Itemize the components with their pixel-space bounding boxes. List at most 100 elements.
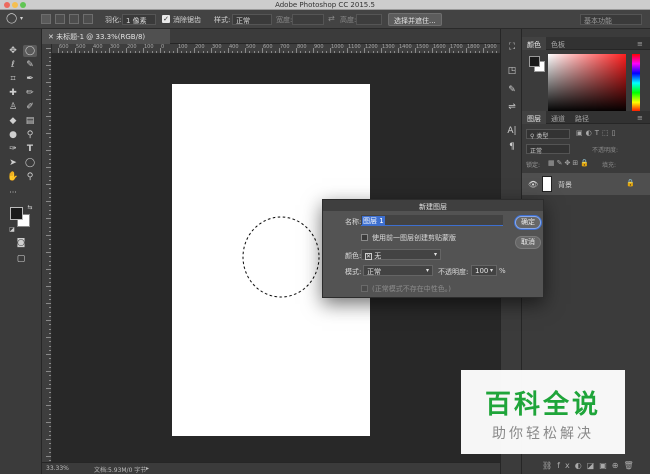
path-selection-tool-icon[interactable]: ➤ bbox=[6, 157, 20, 169]
title-bar: Adobe Photoshop CC 2015.5 bbox=[0, 0, 650, 10]
select-and-mask-button[interactable]: 选择并遮住... bbox=[388, 13, 442, 26]
style-select[interactable]: 正常 bbox=[232, 14, 272, 25]
window-title: Adobe Photoshop CC 2015.5 bbox=[275, 1, 375, 9]
zoom-tool-icon[interactable]: ⚲ bbox=[23, 171, 37, 183]
color-picker-field[interactable] bbox=[548, 54, 626, 112]
foreground-color-swatch[interactable] bbox=[10, 207, 23, 220]
eraser-tool-icon[interactable]: ◆ bbox=[6, 115, 20, 127]
history-brush-tool-icon[interactable]: ✐ bbox=[23, 101, 37, 113]
ruler-number: 500 bbox=[246, 44, 256, 50]
horizontal-ruler: 600 500 400 300 200 100 0 100 200 300 400 500 600 700… bbox=[52, 44, 500, 54]
lock-label: 锁定: bbox=[526, 162, 541, 169]
clip-mask-checkbox[interactable] bbox=[361, 234, 368, 241]
character-panel-icon[interactable]: A| bbox=[506, 125, 518, 137]
layer-filter-icons[interactable]: ▣◐T⬚▯ bbox=[576, 129, 618, 137]
intersect-selection-icon[interactable] bbox=[83, 14, 93, 24]
paragraph-panel-icon[interactable]: ¶ bbox=[506, 141, 518, 153]
subtract-from-selection-icon[interactable] bbox=[69, 14, 79, 24]
height-input[interactable] bbox=[356, 14, 382, 25]
tab-paths[interactable]: 路径 bbox=[570, 111, 594, 124]
status-menu-arrow-icon[interactable]: ▸ bbox=[146, 465, 149, 472]
brush-tool-icon[interactable]: ✏ bbox=[23, 87, 37, 99]
blend-mode-select[interactable]: 正常 bbox=[526, 144, 570, 155]
no-color-icon: ✕ bbox=[365, 253, 372, 260]
document-tab[interactable]: ✕ 未标题-1 @ 33.3%(RGB/8) bbox=[42, 29, 170, 44]
chevron-down-icon: ▾ bbox=[425, 267, 429, 274]
brush-presets-panel-icon[interactable]: ✎ bbox=[506, 84, 518, 96]
tab-channels[interactable]: 通道 bbox=[546, 111, 570, 124]
color-label: 颜色: bbox=[345, 252, 362, 260]
ruler-number: 1200 bbox=[365, 44, 378, 50]
type-tool-icon[interactable]: T bbox=[23, 143, 37, 155]
screen-mode-icon[interactable]: ▢ bbox=[14, 253, 28, 265]
hand-tool-icon[interactable]: ✋ bbox=[6, 171, 20, 183]
cancel-button[interactable]: 取消 bbox=[515, 236, 541, 249]
clone-stamp-tool-icon[interactable]: ♙ bbox=[6, 101, 20, 113]
zoom-level[interactable]: 33.33% bbox=[46, 465, 69, 472]
elliptical-marquee-tool-icon[interactable]: ◯ bbox=[23, 45, 37, 57]
antialias-checkbox[interactable]: ✓ bbox=[162, 15, 170, 23]
chevron-down-icon[interactable]: ▾ bbox=[20, 15, 23, 22]
panel-menu-icon[interactable]: ≡ bbox=[632, 37, 648, 50]
hue-slider[interactable] bbox=[632, 54, 640, 112]
layers-panel-menu-icon[interactable]: ≡ bbox=[632, 111, 648, 124]
width-input[interactable] bbox=[292, 14, 324, 25]
tab-layers[interactable]: 图层 bbox=[522, 111, 546, 124]
quick-selection-tool-icon[interactable]: ✎ bbox=[23, 59, 37, 71]
swap-colors-icon[interactable]: ⇆ bbox=[23, 202, 37, 214]
lasso-tool-icon[interactable]: ℓ bbox=[6, 59, 20, 71]
blur-tool-icon[interactable]: ● bbox=[6, 129, 20, 141]
layer-name[interactable]: 背景 bbox=[558, 180, 572, 190]
opacity-input[interactable]: 100 bbox=[471, 265, 497, 276]
ruler-number: 400 bbox=[229, 44, 239, 50]
ruler-number: 200 bbox=[195, 44, 205, 50]
layers-bottom-actions[interactable]: ⛓fx◐◪▣⊕🗑 bbox=[542, 461, 639, 470]
document-info[interactable]: 文档:5.93M/0 字节 bbox=[94, 465, 146, 474]
vertical-ruler bbox=[42, 44, 52, 462]
adjustments-panel-icon[interactable]: ⇌ bbox=[506, 101, 518, 113]
ruler-number: 1300 bbox=[382, 44, 395, 50]
more-tools-icon[interactable]: ··· bbox=[6, 187, 20, 199]
ruler-number: 100 bbox=[144, 44, 154, 50]
new-selection-icon[interactable] bbox=[41, 14, 51, 24]
lock-icons[interactable]: ▦✎✥⊞🔒 bbox=[548, 159, 591, 167]
default-colors-icon[interactable]: ◪ bbox=[5, 224, 19, 236]
tab-swatches[interactable]: 色板 bbox=[546, 37, 570, 50]
name-label: 名称: bbox=[345, 218, 362, 226]
width-label: 宽度: bbox=[276, 16, 293, 24]
layer-color-select[interactable]: ✕ 无 ▾ bbox=[361, 249, 441, 260]
ruler-number: 600 bbox=[59, 44, 69, 50]
workspace-select[interactable]: 基本功能 bbox=[580, 14, 642, 25]
properties-panel-icon[interactable]: ◳ bbox=[506, 65, 518, 77]
dodge-tool-icon[interactable]: ⚲ bbox=[23, 129, 37, 141]
layer-kind-filter[interactable]: ⚲ 类型 bbox=[526, 129, 570, 140]
add-to-selection-icon[interactable] bbox=[55, 14, 65, 24]
move-tool-icon[interactable]: ✥ bbox=[6, 45, 20, 57]
close-tab-icon[interactable]: ✕ bbox=[48, 33, 56, 41]
history-panel-icon[interactable]: ⛶ bbox=[506, 41, 518, 53]
healing-brush-tool-icon[interactable]: ✚ bbox=[6, 87, 20, 99]
layer-visibility-eye-icon[interactable]: 👁 bbox=[528, 180, 538, 189]
ellipse-shape-tool-icon[interactable]: ◯ bbox=[23, 157, 37, 169]
quick-mask-icon[interactable]: ◙ bbox=[14, 237, 28, 249]
watermark-title: 百科全说 bbox=[484, 390, 601, 420]
elliptical-marquee-preset-icon[interactable]: ◯ bbox=[6, 13, 17, 24]
gradient-tool-icon[interactable]: ▤ bbox=[23, 115, 37, 127]
panel-foreground-swatch[interactable] bbox=[529, 56, 540, 67]
ruler-number: 1100 bbox=[348, 44, 361, 50]
style-label: 样式: bbox=[214, 16, 231, 24]
opacity-stepper-icon[interactable]: ▾ bbox=[490, 267, 493, 274]
blend-mode-dialog-select[interactable]: 正常 ▾ bbox=[363, 265, 433, 276]
pen-tool-icon[interactable]: ✑ bbox=[6, 143, 20, 155]
ok-button[interactable]: 确定 bbox=[515, 216, 541, 229]
tab-color[interactable]: 颜色 bbox=[522, 37, 546, 50]
layers-panel-tabs: 图层 通道 路径 ≡ bbox=[522, 111, 650, 124]
feather-input[interactable]: 1 像素 bbox=[122, 14, 156, 25]
layer-name-input[interactable]: 图层 1 bbox=[361, 215, 503, 226]
neutral-color-checkbox[interactable] bbox=[361, 285, 368, 292]
eyedropper-tool-icon[interactable]: ✒ bbox=[23, 73, 37, 85]
swap-dimensions-icon[interactable]: ⇄ bbox=[328, 14, 335, 23]
document-tab-label: 未标题-1 @ 33.3%(RGB/8) bbox=[56, 33, 146, 41]
crop-tool-icon[interactable]: ⌗ bbox=[6, 73, 20, 85]
height-label: 高度: bbox=[340, 16, 357, 24]
